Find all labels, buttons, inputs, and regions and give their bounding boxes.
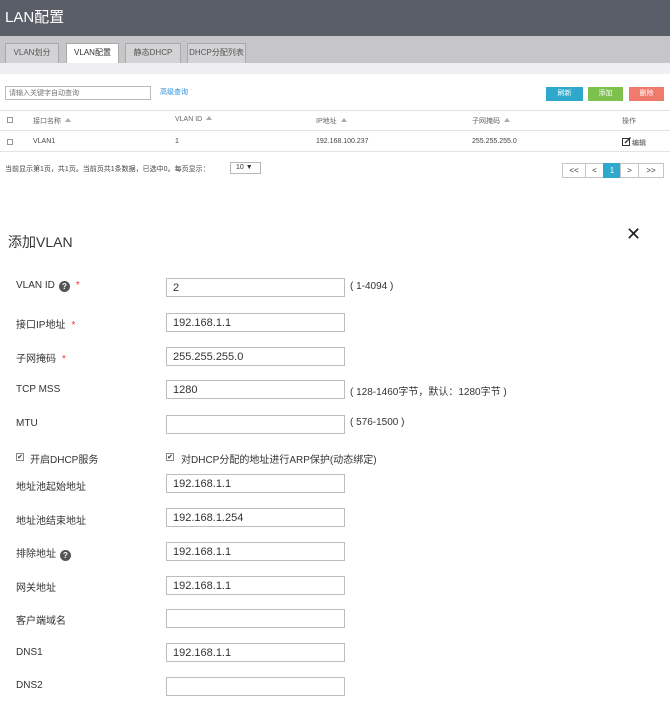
- column-header-interface[interactable]: 接口名称: [33, 116, 71, 126]
- client-domain-input[interactable]: [166, 609, 345, 628]
- tab-dhcp-list[interactable]: DHCP分配列表: [187, 43, 246, 63]
- client-domain-label: 客户端域名: [16, 616, 66, 627]
- pagination-info: 当前显示第1页，共1页。当前页共1条数据，已选中0。每页显示：: [5, 166, 210, 173]
- exclude-label: 排除地址?: [16, 545, 71, 561]
- arp-protect-checkbox[interactable]: ✔: [166, 453, 174, 461]
- interface-ip-label-text: 接口IP地址: [16, 320, 66, 331]
- dns2-label: DNS2: [16, 680, 43, 691]
- table-top-border: [0, 110, 670, 111]
- column-header-label: IP地址: [316, 118, 337, 125]
- required-icon: *: [71, 320, 76, 331]
- gateway-label: 网关地址: [16, 583, 56, 594]
- sort-arrow-icon: [206, 116, 213, 120]
- enable-dhcp-label: 开启DHCP服务: [30, 455, 99, 466]
- last-page-button[interactable]: >>: [638, 163, 664, 178]
- edit-label: 编辑: [632, 140, 646, 147]
- pool-end-input[interactable]: [166, 508, 345, 527]
- subnet-mask-input[interactable]: [166, 347, 345, 366]
- refresh-button[interactable]: 刷新: [546, 87, 583, 101]
- column-header-label: 子网掩码: [472, 118, 500, 125]
- arp-protect-label: 对DHCP分配的地址进行ARP保护(动态绑定): [181, 455, 377, 466]
- form-title: 添加VLAN: [8, 234, 73, 250]
- current-page-button[interactable]: 1: [603, 163, 621, 178]
- page-title: LAN配置: [5, 9, 65, 26]
- column-header-label: VLAN ID: [175, 116, 203, 123]
- vlan-id-input[interactable]: [166, 278, 345, 297]
- table-header-border: [0, 130, 670, 131]
- column-header-ip[interactable]: IP地址: [316, 116, 347, 126]
- edit-action[interactable]: 编辑: [622, 137, 646, 148]
- sort-arrow-icon: [504, 118, 510, 122]
- cell-interface: VLAN1: [33, 138, 56, 145]
- column-header-action: 操作: [622, 118, 636, 125]
- content-separator: [0, 63, 670, 74]
- mtu-label: MTU: [16, 418, 38, 429]
- gateway-input[interactable]: [166, 576, 345, 595]
- delete-button[interactable]: 删除: [629, 87, 664, 101]
- exclude-label-text: 排除地址: [16, 549, 56, 560]
- cell-vlan-id: 1: [175, 138, 179, 145]
- cell-ip: 192.168.100.237: [316, 138, 369, 145]
- exclude-input[interactable]: [166, 542, 345, 561]
- dns1-input[interactable]: [166, 643, 345, 662]
- subnet-mask-label: 子网掩码 *: [16, 350, 66, 365]
- tab-vlan-partition[interactable]: VLAN划分: [5, 43, 59, 63]
- pool-start-input[interactable]: [166, 474, 345, 493]
- select-all-checkbox[interactable]: [7, 117, 13, 123]
- required-icon: *: [62, 354, 66, 365]
- next-page-button[interactable]: >: [620, 163, 639, 178]
- prev-page-button[interactable]: <: [585, 163, 604, 178]
- interface-ip-label: 接口IP地址 *: [16, 316, 75, 331]
- search-input[interactable]: [5, 86, 151, 100]
- column-header-vlan-id[interactable]: VLAN ID: [175, 116, 213, 123]
- help-icon[interactable]: ?: [60, 550, 71, 561]
- tab-vlan-config[interactable]: VLAN配置: [66, 43, 119, 63]
- enable-dhcp-checkbox[interactable]: ✔: [16, 453, 24, 461]
- dns2-input[interactable]: [166, 677, 345, 696]
- first-page-button[interactable]: <<: [562, 163, 586, 178]
- cell-mask: 255.255.255.0: [472, 138, 517, 145]
- dns1-label: DNS1: [16, 647, 43, 658]
- column-header-label: 接口名称: [33, 118, 61, 125]
- subnet-mask-label-text: 子网掩码: [16, 354, 56, 365]
- tab-static-dhcp[interactable]: 静态DHCP: [125, 43, 181, 63]
- interface-ip-input[interactable]: [166, 313, 345, 332]
- mtu-hint: ( 576-1500 ): [350, 417, 405, 428]
- help-icon[interactable]: ?: [58, 281, 70, 292]
- pool-start-label: 地址池起始地址: [16, 482, 86, 493]
- column-header-mask[interactable]: 子网掩码: [472, 116, 510, 126]
- sort-arrow-icon: [340, 118, 347, 122]
- advanced-search-link[interactable]: 高级查询: [160, 87, 188, 97]
- tab-bar: VLAN划分 VLAN配置 静态DHCP DHCP分配列表: [0, 36, 670, 63]
- mtu-input[interactable]: [166, 415, 345, 434]
- pool-end-label: 地址池结束地址: [16, 516, 86, 527]
- page-size-select[interactable]: 10 ▼: [230, 162, 261, 174]
- tcp-mss-hint: ( 128-1460字节，默认：1280字节 ): [350, 387, 507, 398]
- close-icon[interactable]: ✕: [626, 224, 641, 245]
- vlan-id-label-text: VLAN ID: [16, 280, 55, 291]
- sort-arrow-icon: [65, 118, 71, 122]
- tcp-mss-label: TCP MSS: [16, 384, 61, 395]
- table-bottom-border: [0, 151, 670, 152]
- edit-icon: [622, 137, 631, 146]
- vlan-id-hint: ( 1-4094 ): [350, 281, 394, 292]
- vlan-id-label: VLAN ID? *: [16, 280, 80, 292]
- required-icon: *: [75, 280, 80, 291]
- tcp-mss-input[interactable]: [166, 380, 345, 399]
- top-header: LAN配置: [0, 0, 670, 36]
- row-checkbox[interactable]: [7, 139, 13, 145]
- add-button[interactable]: 添加: [588, 87, 623, 101]
